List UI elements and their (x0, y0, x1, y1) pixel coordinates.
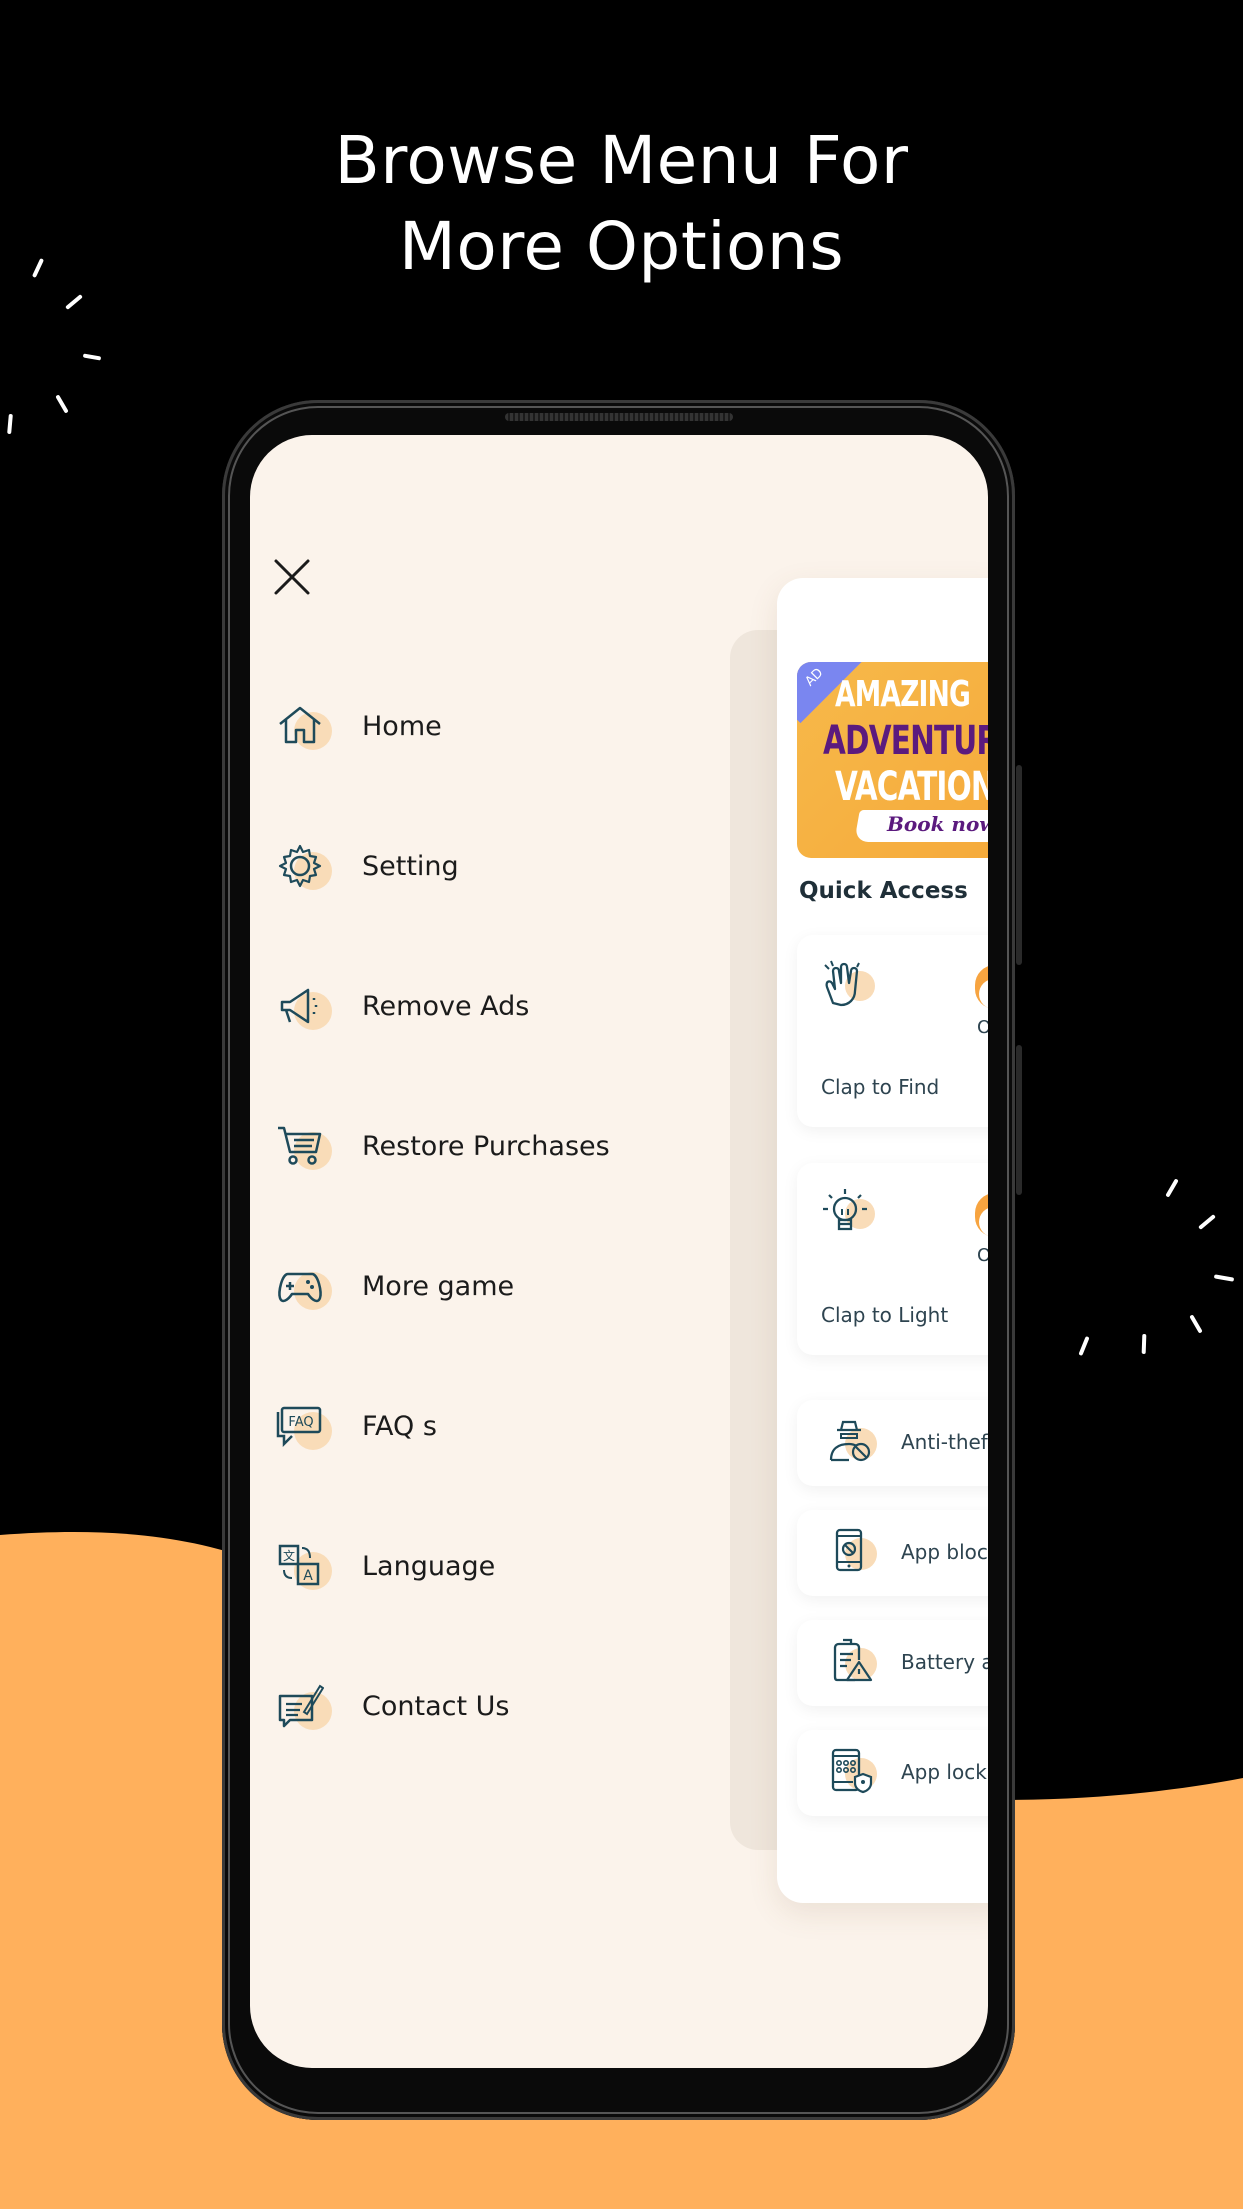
gear-icon (276, 838, 332, 894)
feature-row-app-lock[interactable]: App lock (797, 1730, 988, 1816)
feature-card-label: Clap to Find (821, 1075, 940, 1099)
gamepad-icon (276, 1258, 332, 1314)
menu-item-restore-purchases[interactable]: Restore Purchases (268, 1111, 688, 1181)
menu-item-label: Home (362, 710, 442, 742)
light-bulb-icon (819, 1185, 877, 1243)
close-icon (274, 559, 310, 595)
feature-row-label: App lock (901, 1760, 987, 1784)
ad-headline-2: ADVENTURES (823, 718, 988, 764)
feature-card-label: Clap to Light (821, 1303, 949, 1327)
headline-line-2: More Options (398, 208, 845, 285)
menu-item-contact-us[interactable]: Contact Us (268, 1671, 688, 1741)
home-icon (276, 698, 332, 754)
menu-item-remove-ads[interactable]: Remove Ads (268, 971, 688, 1041)
menu-item-label: Setting (362, 850, 459, 882)
svg-text:文: 文 (283, 1548, 295, 1563)
phone-speaker (505, 413, 733, 421)
phone-volume-button (1016, 765, 1022, 965)
clap-hands-icon (819, 957, 877, 1015)
feature-row-label: Battery alert (901, 1650, 988, 1674)
menu-item-language[interactable]: 文A Language (268, 1531, 688, 1601)
feature-card-clap-to-find[interactable]: O Clap to Find (797, 935, 988, 1127)
ad-cta[interactable]: Book now! (887, 812, 988, 836)
spark (1141, 1333, 1147, 1355)
feature-row-anti-theft[interactable]: Anti-theft (797, 1400, 988, 1486)
menu-item-label: Contact Us (362, 1690, 510, 1722)
ad-headline-3: VACATIONS (835, 764, 988, 810)
menu-item-label: Language (362, 1550, 496, 1582)
menu-item-faqs[interactable]: FAQ FAQ s (268, 1391, 688, 1461)
phone-power-button (1016, 1045, 1022, 1195)
cart-icon (276, 1118, 332, 1174)
headline-line-1: Browse Menu For (334, 122, 909, 199)
svg-text:FAQ: FAQ (288, 1415, 313, 1430)
ad-headline-1: AMAZING (835, 674, 971, 715)
megaphone-icon (276, 978, 332, 1034)
close-drawer-button[interactable] (272, 557, 312, 597)
battery-alert-icon (827, 1638, 877, 1688)
phone-block-icon (827, 1528, 877, 1578)
faq-icon: FAQ (276, 1398, 332, 1454)
headline: Browse Menu For More Options (0, 118, 1243, 290)
translate-icon: 文A (276, 1538, 332, 1594)
contact-icon (276, 1678, 332, 1734)
ad-banner[interactable]: AD AMAZING ADVENTURES VACATIONS Book now… (797, 662, 988, 858)
menu-item-label: FAQ s (362, 1410, 437, 1442)
menu-item-home[interactable]: Home (268, 691, 688, 761)
clap-to-find-toggle[interactable] (975, 965, 988, 1009)
toggle-status: O (977, 1017, 988, 1038)
home-panel[interactable]: AD AMAZING ADVENTURES VACATIONS Book now… (777, 578, 988, 1903)
feature-row-app-block[interactable]: App block (797, 1510, 988, 1596)
phone-screen: Home Setting Remove Ads Restore Purchase… (250, 435, 988, 2068)
menu-item-label: Restore Purchases (362, 1130, 610, 1162)
menu-item-more-game[interactable]: More game (268, 1251, 688, 1321)
app-lock-icon (827, 1748, 877, 1798)
thief-icon (827, 1418, 877, 1468)
feature-card-clap-to-light[interactable]: O Clap to Light (797, 1163, 988, 1355)
svg-text:A: A (303, 1568, 313, 1584)
menu-item-label: More game (362, 1270, 515, 1302)
feature-row-label: Anti-theft (901, 1430, 988, 1454)
toggle-status: O (977, 1245, 988, 1266)
quick-access-title: Quick Access (799, 878, 968, 904)
clap-to-light-toggle[interactable] (975, 1193, 988, 1237)
feature-row-label: App block (901, 1540, 988, 1564)
feature-row-battery-alert[interactable]: Battery alert (797, 1620, 988, 1706)
menu-item-setting[interactable]: Setting (268, 831, 688, 901)
menu-item-label: Remove Ads (362, 990, 530, 1022)
